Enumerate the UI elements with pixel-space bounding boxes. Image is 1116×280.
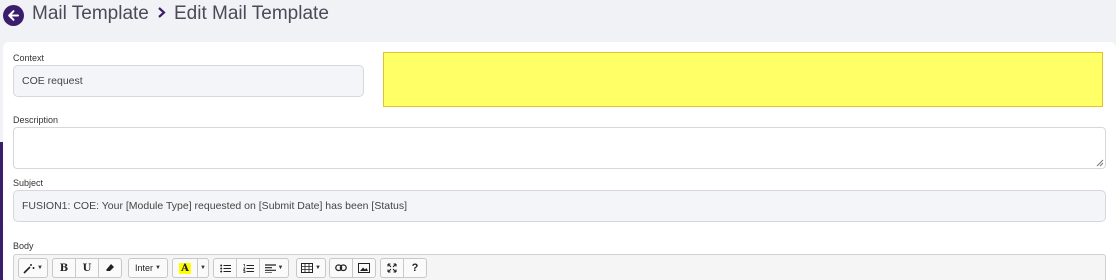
bold-button[interactable]: B — [52, 258, 76, 278]
breadcrumb-separator — [157, 4, 167, 26]
underline-icon: U — [82, 262, 92, 274]
underline-button[interactable]: U — [75, 258, 99, 278]
subject-label: Subject — [13, 178, 44, 188]
caret-down-icon: ▼ — [155, 265, 161, 271]
caret-down-icon: ▼ — [277, 265, 284, 271]
link-icon — [335, 264, 347, 272]
resize-handle-icon[interactable] — [1096, 159, 1104, 167]
table-dropdown[interactable]: ▼ — [296, 258, 326, 278]
clear-format-button[interactable] — [98, 258, 122, 278]
breadcrumb-parent[interactable]: Mail Template — [32, 3, 149, 25]
toolbar-group-font: Inter ▼ — [128, 258, 168, 278]
text-color-button[interactable]: A — [172, 258, 198, 278]
editor-toolbar: ▼ B U Inter ▼ A ▼ ▼ ▼ ? — [13, 254, 1106, 280]
toolbar-group-paragraph: ▼ — [213, 258, 289, 278]
table-icon — [301, 263, 314, 273]
picture-button[interactable] — [352, 258, 376, 278]
align-dropdown[interactable]: ▼ — [259, 258, 289, 278]
link-button[interactable] — [329, 258, 353, 278]
picture-icon — [358, 263, 370, 273]
font-dropdown[interactable]: Inter ▼ — [128, 258, 168, 278]
toolbar-group-format: B U — [52, 258, 122, 278]
context-label: Context — [13, 53, 45, 63]
ordered-list-button[interactable] — [236, 258, 260, 278]
caret-down-icon: ▼ — [200, 265, 206, 271]
page-header: Mail Template Edit Mail Template — [0, 0, 1116, 40]
font-dropdown-label: Inter — [135, 263, 154, 273]
context-value: COE request — [22, 75, 83, 87]
arrow-left-icon — [8, 10, 19, 21]
align-icon — [264, 263, 276, 273]
bold-icon: B — [59, 262, 69, 274]
chevron-right-icon — [158, 7, 166, 18]
text-color-icon: A — [179, 262, 191, 274]
subject-value: FUSION1: COE: Your [Module Type] request… — [22, 200, 408, 212]
page-title: Edit Mail Template — [174, 3, 329, 24]
text-color-dropdown[interactable]: ▼ — [197, 258, 209, 278]
fullscreen-icon — [387, 263, 397, 273]
style-button[interactable]: ▼ — [18, 258, 48, 278]
caret-down-icon: ▼ — [37, 265, 43, 271]
help-icon: ? — [411, 262, 419, 274]
highlight-box — [383, 52, 1103, 107]
magic-wand-icon — [23, 263, 35, 274]
description-field[interactable] — [13, 127, 1106, 169]
unordered-list-icon — [219, 264, 231, 272]
help-button[interactable]: ? — [403, 258, 427, 278]
toolbar-group-insert — [329, 258, 376, 278]
ordered-list-icon — [242, 263, 254, 273]
unordered-list-button[interactable] — [213, 258, 237, 278]
caret-down-icon: ▼ — [315, 265, 321, 271]
fullscreen-button[interactable] — [380, 258, 404, 278]
toolbar-group-style: ▼ — [18, 258, 48, 278]
toolbar-group-color: A ▼ — [172, 258, 209, 278]
toolbar-group-table: ▼ — [296, 258, 326, 278]
subject-field[interactable]: FUSION1: COE: Your [Module Type] request… — [13, 190, 1106, 222]
context-field[interactable]: COE request — [13, 65, 364, 97]
back-button[interactable] — [3, 5, 24, 26]
eraser-icon — [106, 264, 114, 271]
body-label: Body — [13, 241, 34, 251]
description-label: Description — [13, 115, 59, 125]
toolbar-group-view: ? — [380, 258, 427, 278]
